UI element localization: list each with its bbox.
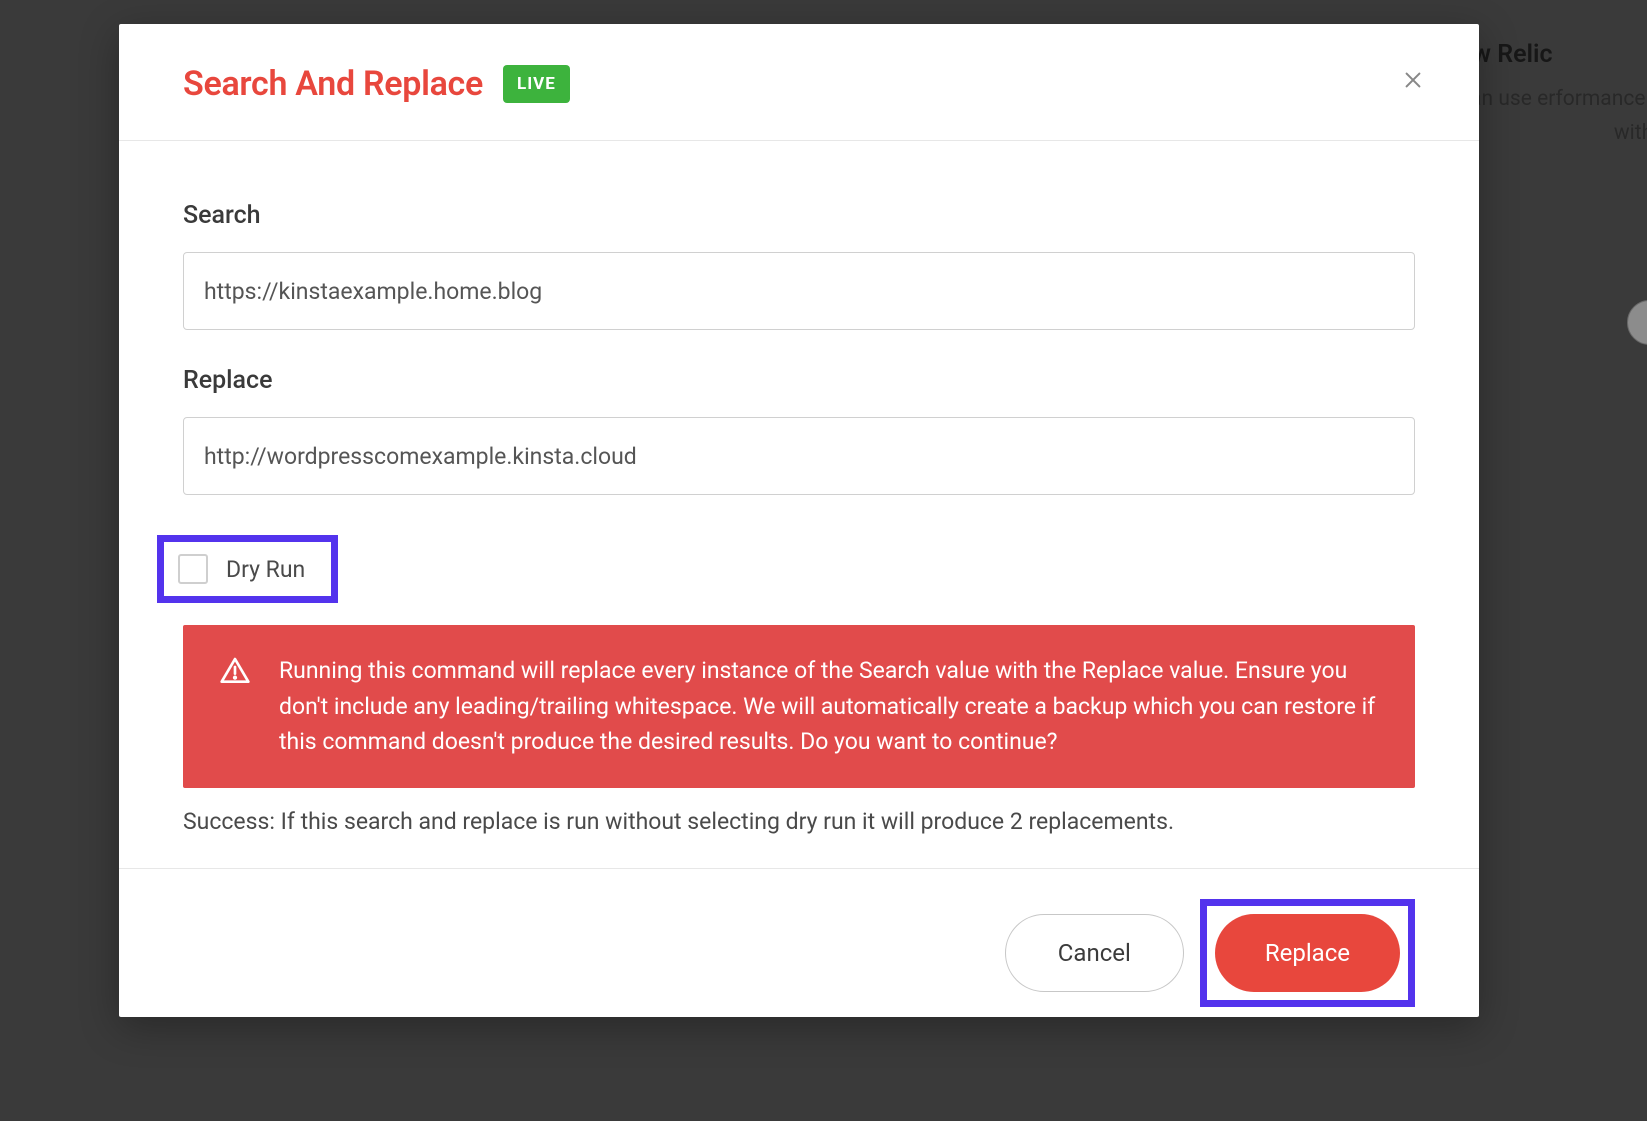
success-message: Success: If this search and replace is r… [183, 806, 1415, 838]
close-icon [1402, 69, 1424, 95]
warning-triangle-icon [219, 655, 251, 687]
search-field-group: Search [183, 201, 1415, 330]
warning-text: Running this command will replace every … [279, 653, 1383, 760]
search-input[interactable] [183, 252, 1415, 330]
search-replace-modal: Search And Replace LIVE Search Replace D… [119, 24, 1479, 1017]
modal-header: Search And Replace LIVE [119, 24, 1479, 141]
dry-run-label: Dry Run [226, 556, 305, 583]
replace-button[interactable]: Replace [1215, 914, 1400, 992]
replace-input[interactable] [183, 417, 1415, 495]
live-badge: LIVE [503, 65, 570, 103]
cancel-button[interactable]: Cancel [1005, 914, 1184, 992]
replace-label: Replace [183, 366, 1415, 395]
modal-footer: Cancel Replace [119, 868, 1479, 1017]
modal-body: Search Replace Dry Run Running this comm… [119, 141, 1479, 868]
dry-run-checkbox[interactable] [178, 554, 208, 584]
close-button[interactable] [1395, 64, 1431, 100]
replace-highlight: Replace [1200, 899, 1415, 1007]
search-label: Search [183, 201, 1415, 230]
replace-field-group: Replace [183, 366, 1415, 495]
modal-title: Search And Replace [183, 64, 483, 104]
dry-run-option[interactable]: Dry Run [157, 535, 338, 603]
warning-banner: Running this command will replace every … [183, 625, 1415, 788]
